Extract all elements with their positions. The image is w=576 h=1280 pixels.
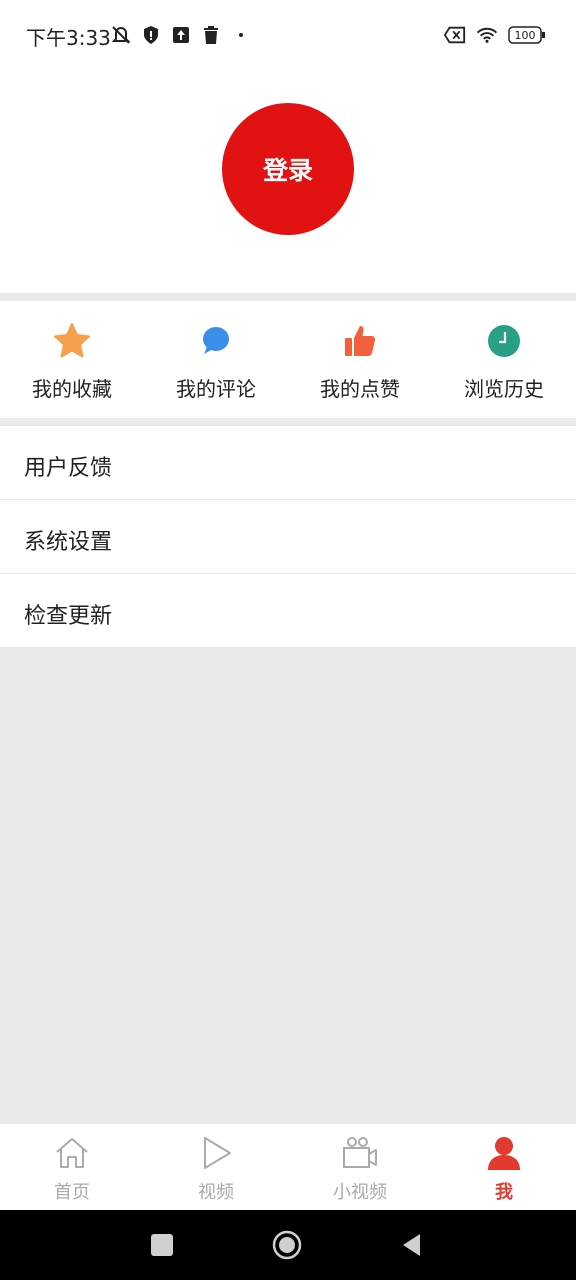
tab-label: 视频 [198, 1182, 234, 1203]
quick-item-history[interactable]: 浏览历史 [432, 301, 576, 418]
tab-label: 首页 [54, 1182, 90, 1203]
tab-video[interactable]: 视频 [144, 1124, 288, 1211]
tab-label: 我 [495, 1182, 513, 1203]
settings-menu: 用户反馈 系统设置 检查更新 [0, 426, 576, 647]
status-icons-left [110, 24, 252, 46]
play-icon [204, 1137, 231, 1169]
menu-item-check-update[interactable]: 检查更新 [0, 574, 576, 647]
quick-item-likes[interactable]: 我的点赞 [288, 301, 432, 418]
menu-item-label: 系统设置 [24, 530, 113, 555]
menu-item-settings[interactable]: 系统设置 [0, 500, 576, 574]
clock-icon [488, 325, 520, 357]
quick-item-label: 我的点赞 [320, 377, 400, 401]
trash-icon [200, 24, 222, 46]
dot-icon [230, 24, 252, 46]
home-icon [56, 1138, 88, 1168]
mute-icon [110, 24, 132, 46]
status-time: 下午3:33 [26, 26, 111, 50]
quick-item-label: 我的收藏 [32, 377, 112, 401]
battery-icon: 100 [508, 24, 546, 46]
profile-header: 登录 [0, 72, 576, 293]
tab-me[interactable]: 我 [432, 1124, 576, 1211]
login-button[interactable]: 登录 [222, 103, 354, 235]
battery-level: 100 [515, 29, 536, 42]
quick-item-label: 浏览历史 [464, 377, 544, 401]
comment-icon [203, 327, 229, 354]
tab-home[interactable]: 首页 [0, 1124, 144, 1211]
tab-label: 小视频 [333, 1182, 387, 1203]
quick-actions: 我的收藏 我的评论 我的点赞 浏览历史 [0, 301, 576, 418]
menu-item-label: 用户反馈 [24, 456, 113, 481]
quick-item-comments[interactable]: 我的评论 [144, 301, 288, 418]
wifi-icon [476, 24, 498, 46]
back-icon[interactable] [398, 1230, 428, 1260]
camera-icon [343, 1137, 377, 1168]
home-nav-icon[interactable] [272, 1230, 302, 1260]
shield-icon [140, 24, 162, 46]
bottom-tab-bar: 首页 视频 小视频 我 [0, 1123, 576, 1211]
system-nav-bar [0, 1210, 576, 1280]
upload-icon [170, 24, 192, 46]
menu-item-label: 检查更新 [24, 604, 113, 629]
thumbs-up-icon [345, 326, 376, 356]
menu-item-feedback[interactable]: 用户反馈 [0, 426, 576, 500]
sim-off-icon [444, 24, 466, 46]
status-bar: 下午3:33 100 [0, 0, 576, 72]
recent-apps-icon[interactable] [147, 1230, 177, 1260]
person-icon [488, 1137, 520, 1170]
star-icon [54, 323, 90, 358]
quick-item-favorites[interactable]: 我的收藏 [0, 301, 144, 418]
tab-short-video[interactable]: 小视频 [288, 1124, 432, 1211]
quick-item-label: 我的评论 [176, 377, 256, 401]
status-icons-right: 100 [444, 24, 546, 46]
